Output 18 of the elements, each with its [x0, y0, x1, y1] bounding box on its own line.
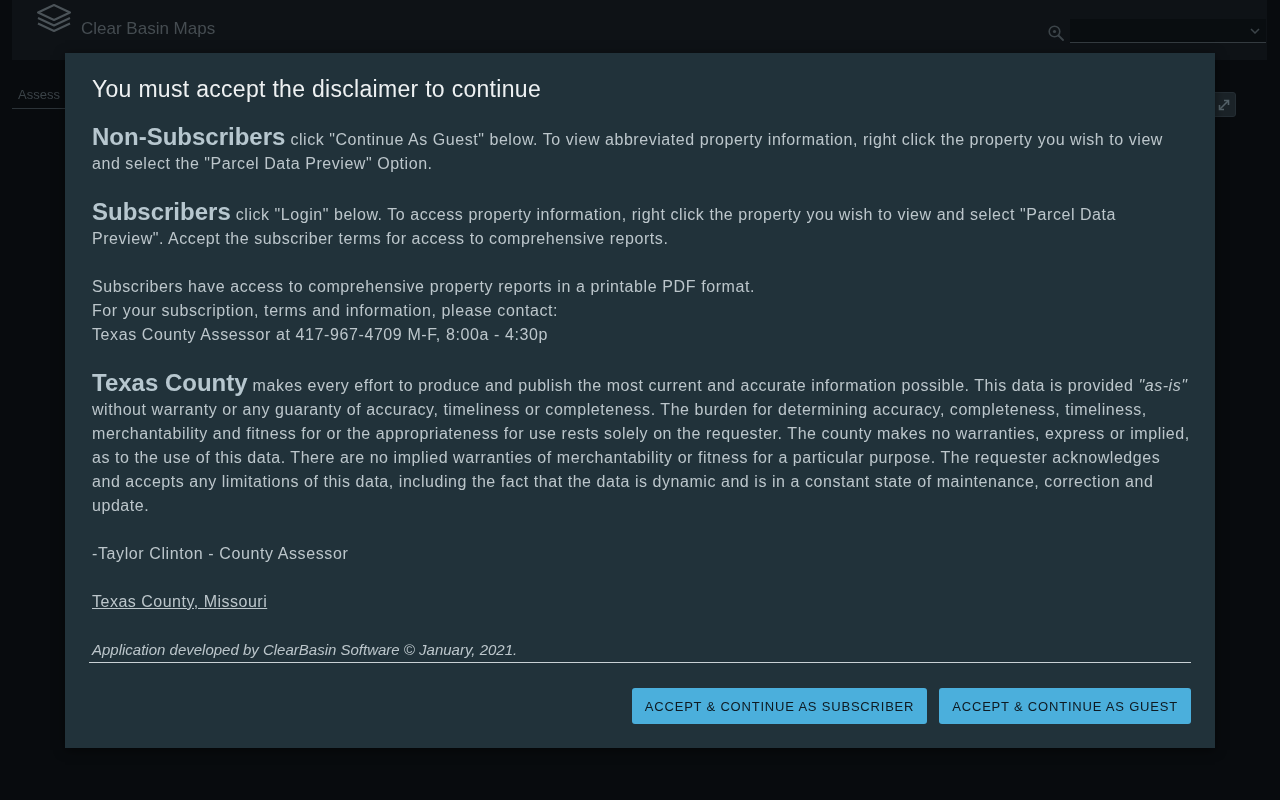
search-select[interactable]: [1070, 19, 1266, 43]
disclaimer-paragraph: Non-Subscribers click "Continue As Guest" below. To view abbreviated property information, right click the property you wish to view and select the "Parcel Data Preview" Option.: [92, 125, 1164, 174]
signature-text: -Taylor Clinton - County Assessor: [92, 544, 349, 564]
disclaimer-paragraph: Texas County makes every effort to produce and publish the most current and accurate information possible. This data is provided "as-is" without warranty or any guaranty of accuracy, timeliness or completeness. The burden for determining accuracy, completeness, timeliness, merchantability and fitness for or the appropriateness for use rests solely on the requester. The county makes no warranties, express or implied, as to the use of this data. There are no implied warranties of merchantability or fitness for a particular purpose. The requester acknowledges and accepts any limitations of this data, including the fact that the data is dynamic and is in a constant state of maintenance, correction and update.: [92, 371, 1191, 516]
contact-line: Texas County Assessor at 417-967-4709 M-F, 8:00a - 4:30p: [92, 325, 550, 345]
accept-subscriber-button[interactable]: ACCEPT & CONTINUE AS SUBSCRIBER: [631, 688, 928, 724]
app-title: Clear Basin Maps: [81, 19, 216, 39]
contact-line: For your subscription, terms and information, please contact:: [92, 301, 560, 321]
chevron-icon: [1250, 27, 1260, 34]
county-link[interactable]: Texas County, Missouri: [92, 593, 268, 610]
search-icon: [1048, 25, 1064, 41]
credit-text: Application developed by ClearBasin Software © January, 2021.: [92, 641, 518, 658]
dialog-title: You must accept the disclaimer to continue: [92, 75, 542, 103]
expand-icon: [1218, 98, 1230, 111]
accept-guest-button[interactable]: ACCEPT & CONTINUE AS GUEST: [939, 688, 1191, 724]
disclaimer-paragraph: Subscribers click "Login" below. To access property information, right click the property you wish to view and select "Parcel Data Preview". Accept the subscriber terms for access to comprehensive reports.: [92, 200, 1117, 249]
layers-icon: [37, 4, 71, 32]
contact-line: Subscribers have access to comprehensive property reports in a printable PDF format.: [92, 277, 757, 297]
